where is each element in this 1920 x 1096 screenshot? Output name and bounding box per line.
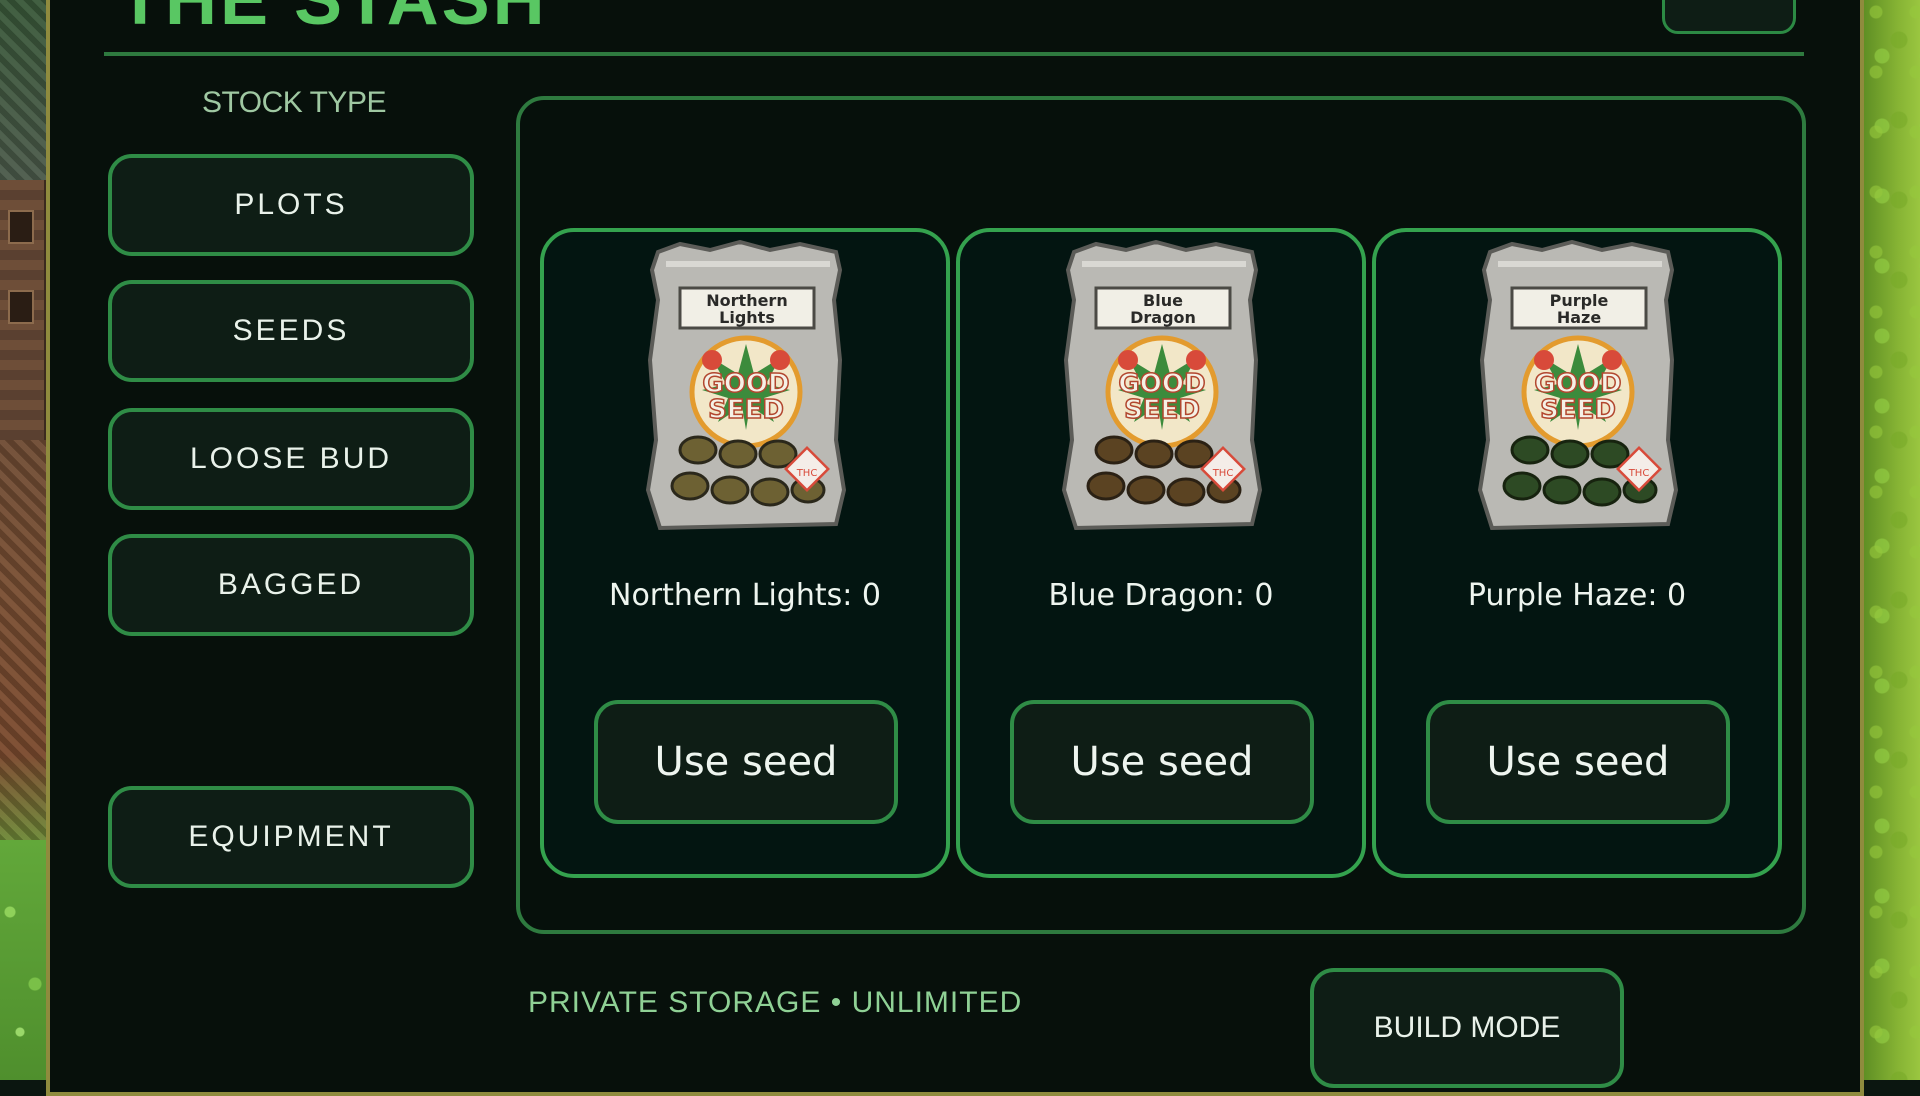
seed-sprite (678, 435, 718, 465)
scenery-right (1864, 0, 1920, 1080)
seed-sprite (1086, 471, 1126, 501)
title-divider (104, 52, 1804, 56)
seed-count: Northern Lights: 0 (609, 578, 881, 613)
seed-sprite (1550, 439, 1590, 469)
seed-card: Blue Dragon GOOD SEED THC Blue Dragon: 0 (956, 228, 1366, 878)
seed-sprite (670, 471, 710, 501)
seed-bag-icon: Purple Haze GOOD SEED THC (1477, 240, 1679, 531)
seed-sprite (1582, 477, 1622, 507)
seed-bag-icon: Northern Lights GOOD SEED THC (645, 240, 847, 531)
build-mode-button[interactable]: BUILD MODE (1310, 968, 1624, 1088)
use-seed-button[interactable]: Use seed (594, 700, 898, 824)
seed-sprite (1166, 477, 1206, 507)
sidebar-item-loose-bud[interactable]: LOOSE BUD (108, 408, 474, 510)
storage-info: PRIVATE STORAGE • UNLIMITED (528, 986, 1023, 1019)
seed-sprite (1094, 435, 1134, 465)
bag-label-line2: Haze (1557, 308, 1602, 327)
sidebar-item-equipment[interactable]: EQUIPMENT (108, 786, 474, 888)
grass-sprite (0, 840, 50, 1080)
use-seed-button[interactable]: Use seed (1426, 700, 1730, 824)
seed-sprite (1502, 471, 1542, 501)
seed-sprite (718, 439, 758, 469)
sidebar-item-plots[interactable]: PLOTS (108, 154, 474, 256)
use-seed-button[interactable]: Use seed (1010, 700, 1314, 824)
seed-card: Purple Haze GOOD SEED THC Purple Haze: 0 (1372, 228, 1782, 878)
logo-line2: SEED (1540, 395, 1616, 425)
seed-grid: Northern Lights GOOD SEED THC Northern L… (516, 96, 1806, 934)
seed-card: Northern Lights GOOD SEED THC Northern L… (540, 228, 950, 878)
seed-bag-icon: Blue Dragon GOOD SEED THC (1061, 240, 1263, 531)
seed-sprite (1510, 435, 1550, 465)
thc-badge: THC (1212, 468, 1234, 479)
sidebar-item-bagged[interactable]: BAGGED (108, 534, 474, 636)
logo-line2: SEED (1124, 395, 1200, 425)
seed-sprite (1542, 475, 1582, 505)
seed-sprite (1126, 475, 1166, 505)
logo-line2: SEED (708, 395, 784, 425)
stash-panel: THE STASH STOCK TYPE PLOTS SEEDS LOOSE B… (46, 0, 1864, 1096)
thc-badge: THC (1628, 468, 1650, 479)
building-sprite (0, 180, 47, 440)
title-row: THE STASH (50, 0, 1860, 60)
seed-count: Blue Dragon: 0 (1048, 578, 1274, 613)
seed-count: Purple Haze: 0 (1467, 578, 1687, 613)
scenery-left (0, 0, 50, 1080)
stock-type-label: STOCK TYPE (202, 86, 386, 119)
seed-sprite (750, 477, 790, 507)
sidebar-item-seeds[interactable]: SEEDS (108, 280, 474, 382)
window-sprite (8, 210, 34, 244)
window-sprite (8, 290, 34, 324)
bag-label-line2: Lights (719, 308, 775, 327)
panel-title: THE STASH (118, 0, 548, 40)
seed-sprite (1134, 439, 1174, 469)
seed-sprite (710, 475, 750, 505)
thc-badge: THC (796, 468, 818, 479)
close-button[interactable] (1662, 0, 1796, 34)
bag-label-line2: Dragon (1130, 308, 1196, 327)
